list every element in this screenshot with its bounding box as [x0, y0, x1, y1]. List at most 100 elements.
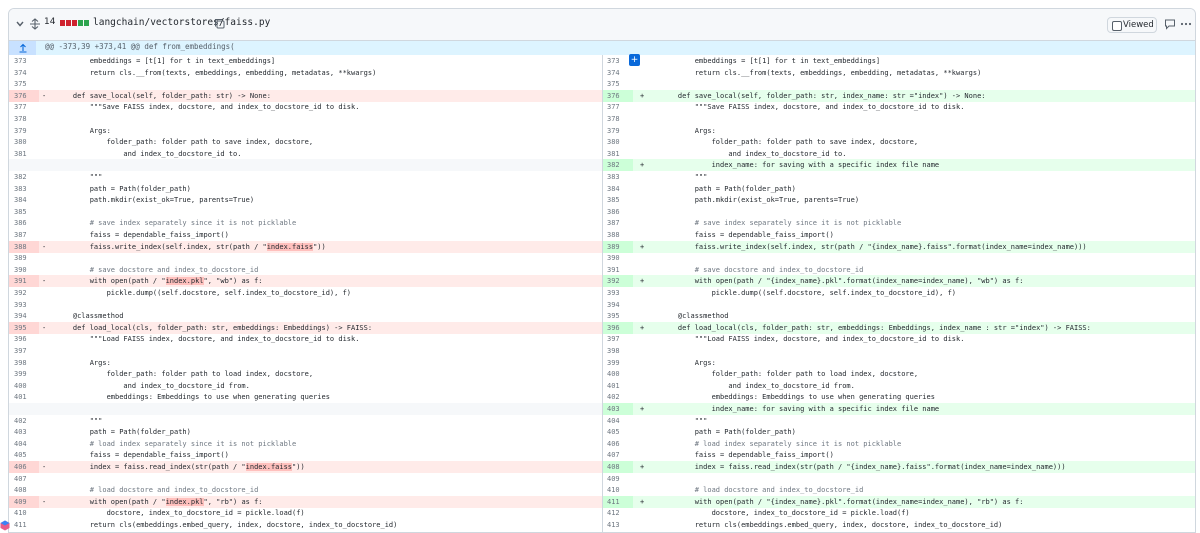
diff-line-row[interactable]: 378 — [603, 113, 1195, 125]
diff-line-row[interactable]: 408 # load docstore and index_to_docstor… — [9, 484, 603, 496]
diff-line-row[interactable]: 390 — [603, 252, 1195, 264]
line-number[interactable]: 398 — [603, 345, 633, 357]
line-number[interactable]: 385 — [603, 194, 633, 206]
line-number[interactable]: 385 — [9, 206, 39, 218]
line-number[interactable]: 401 — [9, 391, 39, 403]
line-number[interactable]: 400 — [603, 368, 633, 380]
line-number[interactable]: 380 — [9, 136, 39, 148]
diff-line-row[interactable]: 405 path = Path(folder_path) — [603, 426, 1195, 438]
line-number[interactable]: 403 — [9, 426, 39, 438]
diff-line-row[interactable]: 383 """ — [603, 171, 1195, 183]
line-number[interactable]: 383 — [9, 183, 39, 195]
line-number[interactable]: 410 — [9, 507, 39, 519]
line-number[interactable]: 408 — [9, 484, 39, 496]
diff-line-row[interactable]: 384 path.mkdir(exist_ok=True, parents=Tr… — [9, 194, 603, 206]
line-number[interactable]: 373 — [9, 55, 39, 67]
diff-line-row[interactable]: 392 pickle.dump((self.docstore, self.ind… — [9, 287, 603, 299]
kebab-menu-icon[interactable] — [1180, 18, 1192, 30]
diff-line-row[interactable]: 403 path = Path(folder_path) — [9, 426, 603, 438]
line-number[interactable]: 397 — [9, 345, 39, 357]
diff-line-row[interactable]: 401 and index_to_docstore_id from. — [603, 380, 1195, 392]
line-number[interactable]: 404 — [9, 438, 39, 450]
diff-line-row[interactable]: 379 Args: — [603, 125, 1195, 137]
hunk-expand-gutter[interactable] — [9, 41, 36, 55]
diff-line-row[interactable]: 405 faiss = dependable_faiss_import() — [9, 449, 603, 461]
diff-line-row[interactable]: 391 # save docstore and index_to_docstor… — [603, 264, 1195, 276]
line-number[interactable]: 396 — [603, 321, 633, 334]
line-number[interactable]: 382 — [603, 159, 633, 172]
line-number[interactable]: 406 — [9, 461, 39, 473]
line-number[interactable]: 374 — [9, 67, 39, 79]
diff-line-row[interactable]: 379 Args: — [9, 125, 603, 137]
line-number[interactable]: 386 — [9, 217, 39, 229]
diff-line-row[interactable]: 396 + def load_local(cls, folder_path: st… — [603, 321, 1195, 334]
line-number[interactable]: 411 — [603, 495, 633, 508]
line-number[interactable]: 388 — [603, 229, 633, 241]
diff-line-row[interactable]: 409- with open(path / "index.pkl", "rb")… — [9, 495, 603, 508]
expand-up-icon[interactable] — [18, 43, 28, 53]
diff-line-row[interactable]: 412 docstore, index_to_docstore_id = pic… — [603, 507, 1195, 519]
line-number[interactable]: 399 — [603, 357, 633, 369]
line-number[interactable]: 395 — [603, 310, 633, 322]
line-number[interactable]: 375 — [603, 78, 633, 90]
diff-line-row[interactable]: 402 """ — [9, 415, 603, 427]
diff-line-row[interactable]: 403 + index_name: for saving with a speci… — [603, 403, 1195, 415]
line-number[interactable]: 404 — [603, 415, 633, 427]
diff-line-row[interactable]: 411 + with open(path / "{index_name}.pkl"… — [603, 495, 1195, 508]
line-number[interactable]: 390 — [603, 252, 633, 264]
line-number[interactable]: 384 — [9, 194, 39, 206]
diff-line-row[interactable]: 398 Args: — [9, 357, 603, 369]
diff-line-row[interactable]: 388 faiss = dependable_faiss_import() — [603, 229, 1195, 241]
line-number[interactable]: 392 — [603, 275, 633, 288]
line-number[interactable]: 411 — [9, 519, 39, 531]
diff-line-row[interactable]: 404 # load index separately since it is … — [9, 438, 603, 450]
line-number[interactable]: 379 — [9, 125, 39, 137]
diff-line-row[interactable]: 381 and index_to_docstore_id to. — [9, 148, 603, 160]
diff-line-row[interactable] — [9, 403, 603, 415]
line-number[interactable]: 376 — [603, 89, 633, 102]
line-number[interactable]: 391 — [603, 264, 633, 276]
line-number[interactable]: 377 — [9, 101, 39, 113]
add-comment-button[interactable]: + — [629, 54, 640, 66]
diff-line-row[interactable]: 397 — [9, 345, 603, 357]
diff-line-row[interactable]: 410 # load docstore and index_to_docstor… — [603, 484, 1195, 496]
diff-line-row[interactable]: 395- def load_local(cls, folder_path: st… — [9, 321, 603, 334]
line-number[interactable]: 410 — [603, 484, 633, 496]
diff-line-row[interactable]: 380 folder_path: folder path to save ind… — [603, 136, 1195, 148]
diff-line-row[interactable]: 410 docstore, index_to_docstore_id = pic… — [9, 507, 603, 519]
line-number[interactable]: 409 — [603, 473, 633, 485]
diff-line-row[interactable]: 402 embeddings: Embeddings to use when g… — [603, 391, 1195, 403]
diff-line-row[interactable]: 377 """Save FAISS index, docstore, and i… — [603, 101, 1195, 113]
diff-line-row[interactable]: 408 + index = faiss.read_index(str(path /… — [603, 461, 1195, 473]
diff-line-row[interactable]: 406 # load index separately since it is … — [603, 438, 1195, 450]
line-number[interactable]: 394 — [9, 310, 39, 322]
diff-line-row[interactable] — [9, 159, 603, 172]
line-number[interactable]: 413 — [603, 519, 633, 531]
line-number[interactable]: 408 — [603, 461, 633, 473]
line-number[interactable]: 397 — [603, 333, 633, 345]
diff-line-row[interactable]: 390 # save docstore and index_to_docstor… — [9, 264, 603, 276]
diff-line-row[interactable]: 409 — [603, 473, 1195, 485]
diff-line-row[interactable]: 407 faiss = dependable_faiss_import() — [603, 449, 1195, 461]
line-number[interactable]: 403 — [603, 403, 633, 415]
line-number[interactable]: 381 — [603, 148, 633, 160]
diff-line-row[interactable]: 378 — [9, 113, 603, 125]
line-number[interactable]: 390 — [9, 264, 39, 276]
line-number[interactable]: 405 — [603, 426, 633, 438]
line-number[interactable]: 380 — [603, 136, 633, 148]
diff-line-row[interactable]: 386 — [603, 206, 1195, 218]
line-number[interactable]: 379 — [603, 125, 633, 137]
line-number[interactable]: 376 — [9, 89, 39, 102]
line-number[interactable]: 378 — [603, 113, 633, 125]
line-number[interactable]: 384 — [603, 183, 633, 195]
diff-line-row[interactable]: 395 @classmethod — [603, 310, 1195, 322]
diff-line-row[interactable]: 399 folder_path: folder path to load ind… — [9, 368, 603, 380]
line-number[interactable]: 381 — [9, 148, 39, 160]
diff-line-row[interactable]: 375 — [603, 78, 1195, 90]
diff-line-row[interactable]: 393 pickle.dump((self.docstore, self.ind… — [603, 287, 1195, 299]
diff-line-row[interactable]: 387 # save index separately since it is … — [603, 217, 1195, 229]
line-number[interactable]: 388 — [9, 240, 39, 253]
diff-line-row[interactable]: 394 — [603, 299, 1195, 311]
chevron-down-icon[interactable] — [15, 19, 25, 29]
line-number[interactable]: 405 — [9, 449, 39, 461]
